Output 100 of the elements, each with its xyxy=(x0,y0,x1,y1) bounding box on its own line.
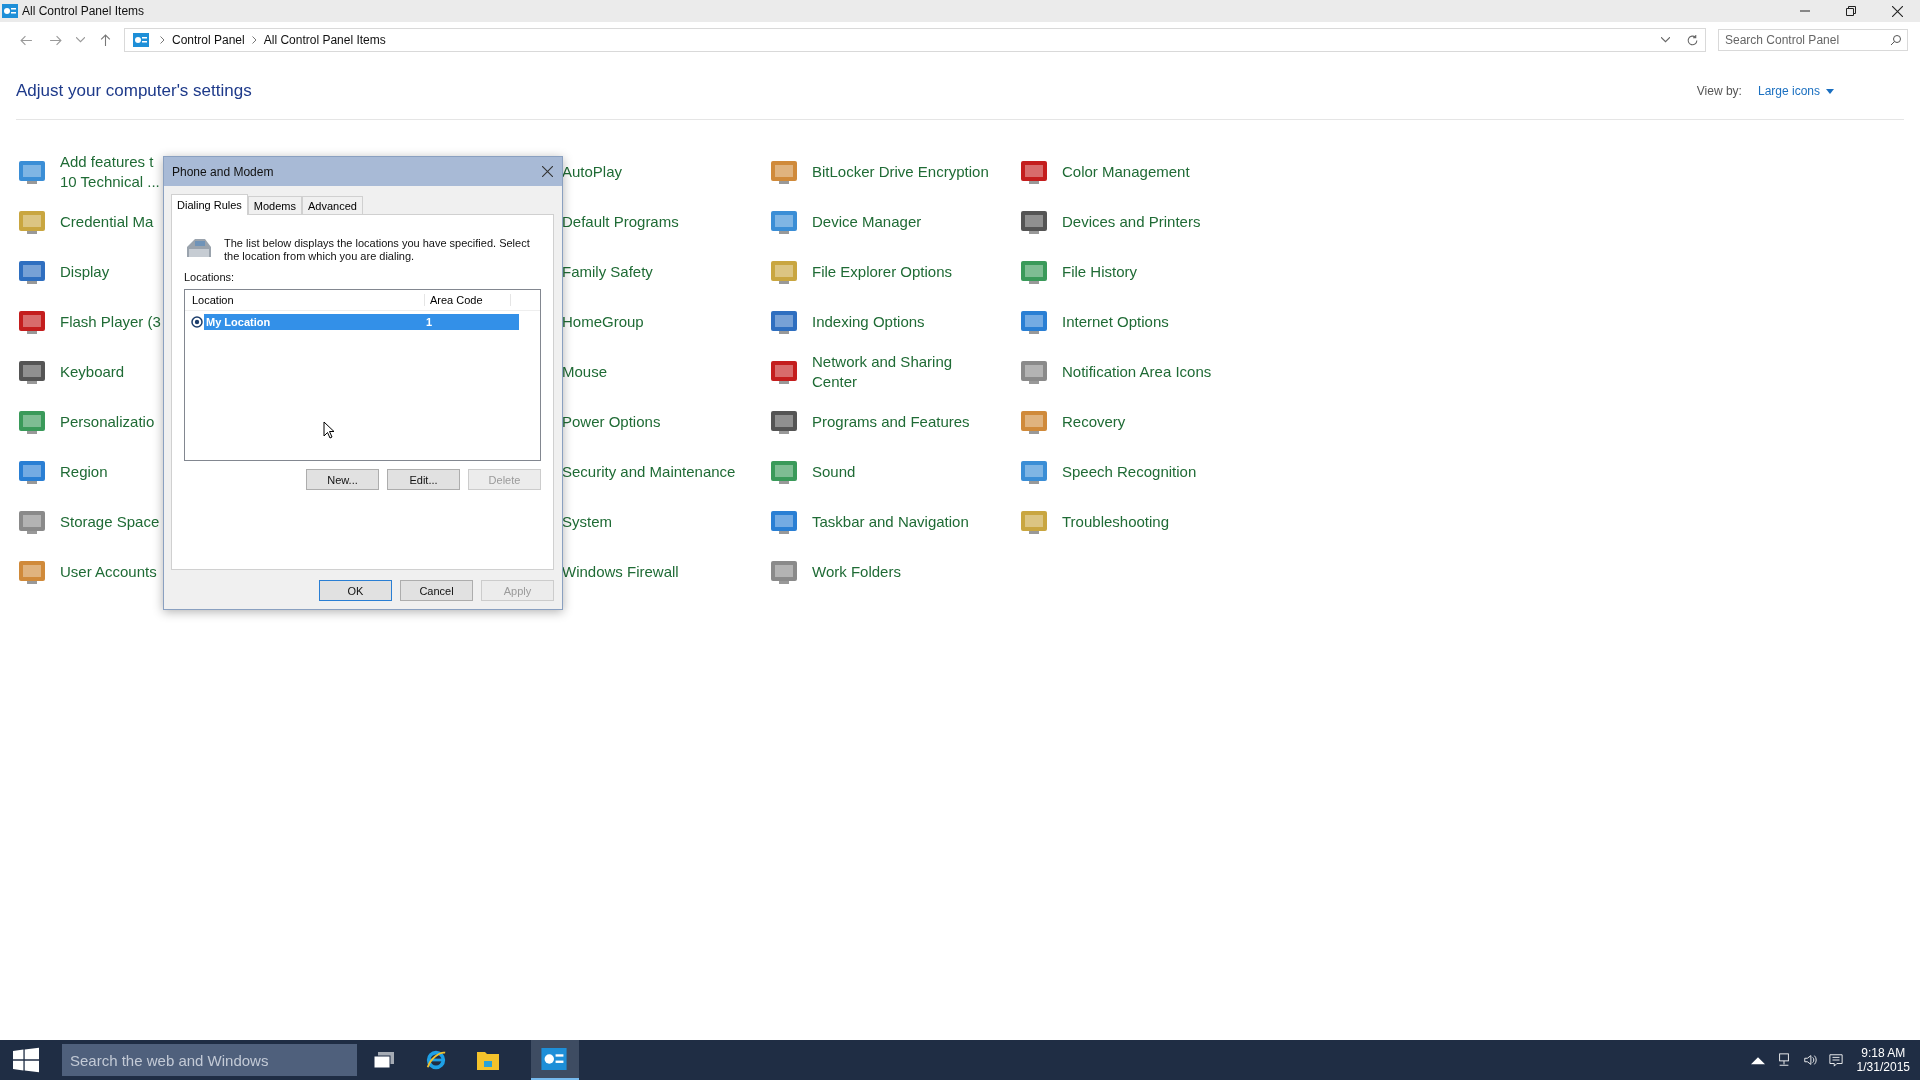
column-header[interactable]: Area Code xyxy=(425,294,511,306)
applet-link[interactable]: Internet Options xyxy=(1018,297,1169,347)
up-icon[interactable] xyxy=(99,33,112,47)
applet-name: Recovery xyxy=(1062,412,1126,432)
applet-link[interactable]: Network and Sharing Center xyxy=(768,347,953,397)
dialog-tab[interactable]: Advanced xyxy=(302,196,363,214)
applet-link[interactable]: Credential Ma xyxy=(16,197,154,247)
applet-name: Center xyxy=(812,372,859,392)
applet-link[interactable]: Troubleshooting xyxy=(1018,497,1169,547)
recent-dropdown-icon[interactable] xyxy=(76,37,85,43)
taskbar-search-field[interactable]: Search the web and Windows xyxy=(62,1044,357,1076)
close-icon xyxy=(541,166,553,177)
list-button[interactable]: Edit... xyxy=(387,469,460,490)
chevron-icon xyxy=(251,36,257,44)
applet-name: Speech Recognition xyxy=(1062,462,1197,482)
applet-name: File Explorer Options xyxy=(812,262,953,282)
task-view-icon[interactable] xyxy=(372,1049,396,1071)
applet-name: HomeGroup xyxy=(562,312,644,332)
applet-name: Region xyxy=(60,462,108,482)
applet-name: Network and Sharing xyxy=(812,352,953,372)
applet-name: Work Folders xyxy=(812,562,901,582)
clock-time[interactable]: 9:18 AM xyxy=(1861,1046,1906,1060)
applet-link[interactable]: Add features t 10 Technical ... xyxy=(16,147,160,197)
applet-link[interactable]: Flash Player (3 xyxy=(16,297,161,347)
applet-name: Mouse xyxy=(562,362,608,382)
search-field[interactable]: Search Control Panel xyxy=(1718,29,1908,51)
window-title: All Control Panel Items xyxy=(22,4,145,18)
close-icon xyxy=(1891,5,1903,17)
applet-name: User Accounts xyxy=(60,562,157,582)
control-panel-icon xyxy=(133,33,149,47)
applet-link[interactable]: Region xyxy=(16,447,108,497)
applet-name: Sound xyxy=(812,462,856,482)
applet-name: Device Manager xyxy=(812,212,922,232)
applet-name: Keyboard xyxy=(60,362,125,382)
applet-link[interactable]: Recovery xyxy=(1018,397,1126,447)
clock-date[interactable]: 1/31/2015 xyxy=(1856,1060,1910,1074)
volume-icon[interactable] xyxy=(1802,1053,1817,1067)
applet-link[interactable]: Keyboard xyxy=(16,347,125,397)
applet-name: Display xyxy=(60,262,110,282)
applet-name: 10 Technical ... xyxy=(60,172,160,192)
breadcrumb[interactable]: Control Panel xyxy=(172,33,245,47)
dialog-title: Phone and Modem xyxy=(172,164,274,179)
applet-link[interactable]: Sound xyxy=(768,447,856,497)
applet-name: Family Safety xyxy=(562,262,653,282)
control-panel-icon xyxy=(541,1048,567,1070)
control-panel-icon xyxy=(2,4,18,18)
applet-name: Personalizatio xyxy=(60,412,155,432)
applet-link[interactable]: Work Folders xyxy=(768,547,901,597)
applet-link[interactable]: Color Management xyxy=(1018,147,1190,197)
view-by-dropdown[interactable]: Large icons xyxy=(1757,84,1834,98)
applet-link[interactable]: Indexing Options xyxy=(768,297,925,347)
address-bar[interactable]: Control Panel All Control Panel Items xyxy=(124,28,1706,52)
column-header[interactable]: Location xyxy=(185,294,425,306)
applet-name: Internet Options xyxy=(1062,312,1169,332)
applet-name: Programs and Features xyxy=(812,412,970,432)
applet-link[interactable]: Taskbar and Navigation xyxy=(768,497,969,547)
applet-link[interactable]: File History xyxy=(1018,247,1137,297)
applet-link[interactable]: Programs and Features xyxy=(768,397,970,447)
applet-name: Flash Player (3 xyxy=(60,312,161,332)
applet-name: Add features t xyxy=(60,152,155,172)
folder-icon[interactable] xyxy=(476,1049,500,1071)
refresh-icon[interactable] xyxy=(1686,33,1699,47)
applet-name: Power Options xyxy=(562,412,661,432)
applet-name: Indexing Options xyxy=(812,312,925,332)
notifications-icon[interactable] xyxy=(1828,1053,1843,1067)
applet-link[interactable]: Device Manager xyxy=(768,197,922,247)
applet-link[interactable]: Notification Area Icons xyxy=(1018,347,1212,397)
dialog-tab[interactable]: Dialing Rules xyxy=(171,194,248,215)
dialog-button[interactable]: OK xyxy=(319,580,392,601)
applet-link[interactable]: Storage Space xyxy=(16,497,160,547)
applet-link[interactable]: File Explorer Options xyxy=(768,247,953,297)
dropdown-icon[interactable] xyxy=(1661,37,1670,43)
applet-name: BitLocker Drive Encryption xyxy=(812,162,989,182)
applet-name: File History xyxy=(1062,262,1137,282)
dialog-button[interactable]: Cancel xyxy=(400,580,473,601)
start-button[interactable] xyxy=(12,1047,40,1073)
browser-icon[interactable] xyxy=(424,1049,448,1071)
network-icon[interactable] xyxy=(1776,1053,1791,1067)
taskbar-app-button[interactable] xyxy=(531,1040,579,1080)
applet-link[interactable]: Devices and Printers xyxy=(1018,197,1201,247)
applet-link[interactable]: Display xyxy=(16,247,110,297)
description-text: The list below displays the locations you have specified. Select the location from which you are dialing. xyxy=(224,237,531,263)
breadcrumb[interactable]: All Control Panel Items xyxy=(263,33,386,47)
applet-name: Devices and Printers xyxy=(1062,212,1201,232)
applet-link[interactable]: Speech Recognition xyxy=(1018,447,1197,497)
caret-icon xyxy=(1826,88,1834,94)
applet-name: Troubleshooting xyxy=(1062,512,1169,532)
restore-icon xyxy=(1846,6,1856,16)
mouse-pointer-icon xyxy=(323,421,335,439)
applet-link[interactable]: BitLocker Drive Encryption xyxy=(768,147,989,197)
search-icon xyxy=(1890,34,1902,46)
applet-link[interactable]: Personalizatio xyxy=(16,397,155,447)
back-icon[interactable] xyxy=(20,33,33,47)
applet-link[interactable]: User Accounts xyxy=(16,547,157,597)
applet-name: Storage Space xyxy=(60,512,160,532)
applet-name: Color Management xyxy=(1062,162,1190,182)
dialog-tab[interactable]: Modems xyxy=(247,196,302,214)
view-by-label: View by: xyxy=(1696,84,1742,98)
list-button[interactable]: New... xyxy=(306,469,379,490)
forward-icon[interactable] xyxy=(49,33,62,47)
